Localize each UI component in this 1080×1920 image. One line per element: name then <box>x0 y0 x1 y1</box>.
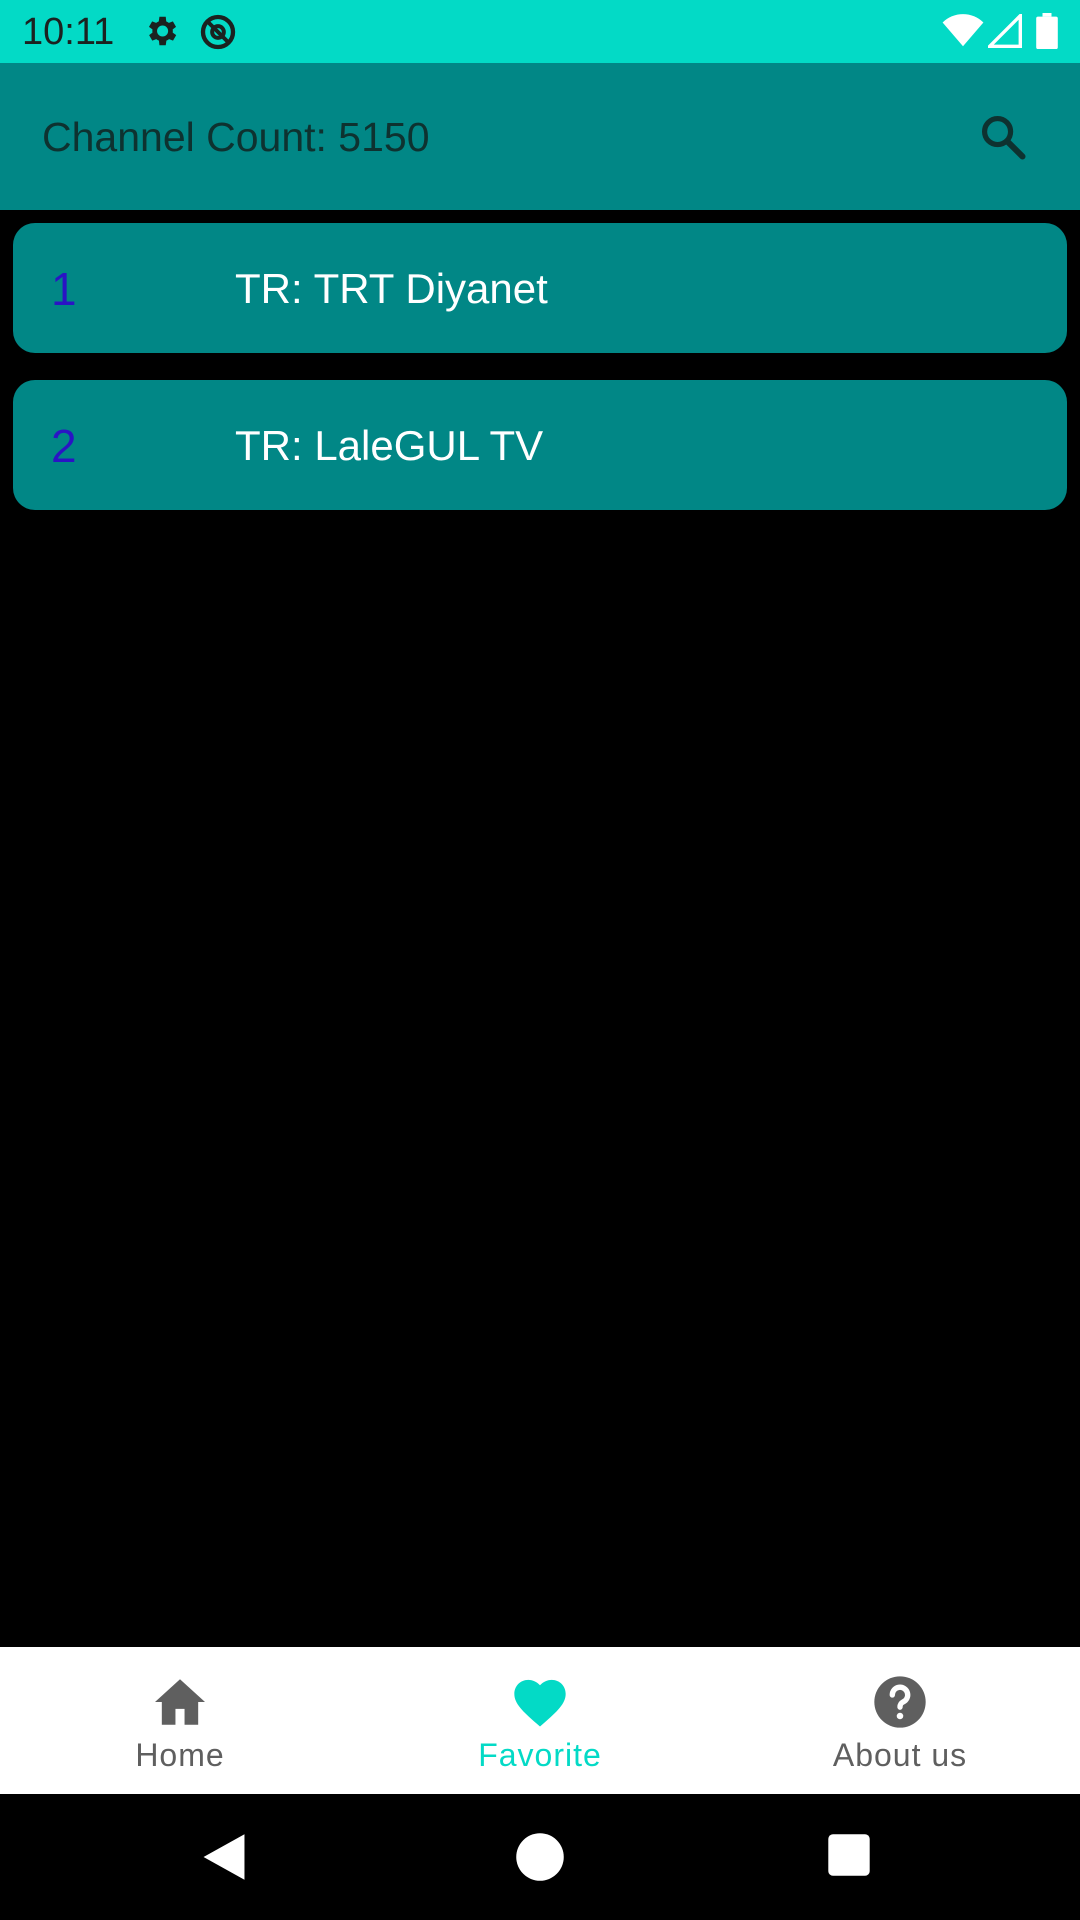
channel-number: 2 <box>51 420 77 472</box>
app-bar: Channel Count: 5150 <box>0 63 1080 210</box>
nav-item-favorite[interactable]: Favorite <box>360 1647 720 1794</box>
channel-name: TR: TRT Diyanet <box>235 265 548 312</box>
nav-item-about[interactable]: About us <box>720 1647 1080 1794</box>
nav-label-home: Home <box>135 1737 225 1773</box>
recents-button[interactable] <box>826 1832 876 1882</box>
channel-list: 1 TR: TRT Diyanet 2 TR: LaleGUL TV <box>13 223 1067 537</box>
nav-label-about: About us <box>832 1737 968 1773</box>
home-button[interactable] <box>515 1832 565 1882</box>
channel-number: 1 <box>51 263 77 315</box>
wifi-icon <box>942 14 984 53</box>
status-bar: 10:11 <box>0 0 1080 63</box>
bottom-navigation: Home Favorite About us <box>0 1647 1080 1794</box>
heart-icon <box>512 1674 568 1730</box>
battery-icon <box>1036 13 1058 54</box>
channel-name: TR: LaleGUL TV <box>235 422 544 469</box>
search-icon <box>981 115 1026 160</box>
home-circle-icon <box>516 1833 564 1881</box>
back-icon <box>203 1834 245 1880</box>
nav-label-favorite: Favorite <box>478 1737 602 1773</box>
recents-icon <box>828 1834 870 1876</box>
sync-disabled-icon <box>198 12 238 57</box>
page-title: Channel Count: 5150 <box>42 114 430 160</box>
list-item[interactable]: 1 TR: TRT Diyanet <box>13 223 1067 353</box>
status-time: 10:11 <box>22 11 115 53</box>
nav-item-home[interactable]: Home <box>0 1647 360 1794</box>
help-icon <box>872 1674 928 1730</box>
system-navigation-bar <box>0 1794 1080 1920</box>
gear-icon <box>142 12 180 55</box>
home-icon <box>152 1674 208 1730</box>
signal-icon <box>985 11 1022 53</box>
search-button[interactable] <box>976 110 1030 164</box>
back-button[interactable] <box>200 1832 250 1882</box>
list-item[interactable]: 2 TR: LaleGUL TV <box>13 380 1067 510</box>
